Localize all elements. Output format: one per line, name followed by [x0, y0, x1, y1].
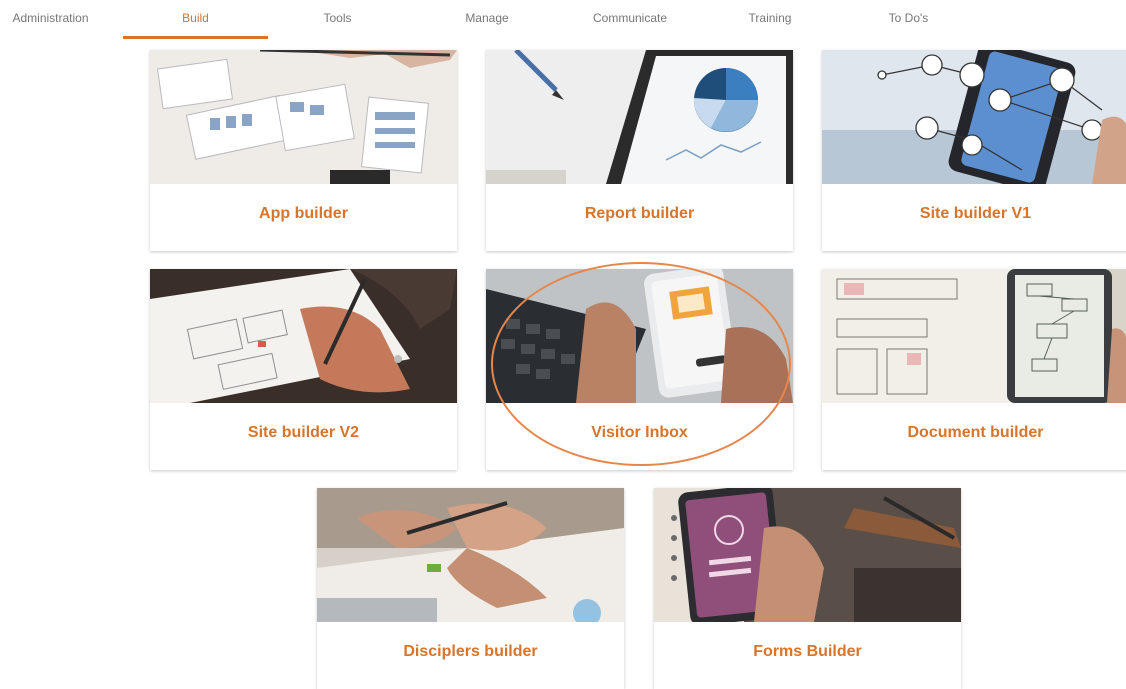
hand-drawing-wireframe-image — [150, 269, 457, 403]
active-tab-indicator — [123, 36, 268, 39]
card-label: Visitor Inbox — [591, 424, 688, 441]
nav-tab-manage[interactable]: Manage — [452, 0, 522, 36]
card-label: Site builder V2 — [247, 424, 360, 441]
wireframe-sketches-image — [150, 50, 457, 184]
card-app-builder[interactable]: App builder — [150, 50, 457, 251]
card-disciplers-builder[interactable]: Disciplers builder — [317, 488, 624, 689]
card-label: Document builder — [907, 424, 1044, 441]
nav-tab-tools[interactable]: Tools — [305, 0, 370, 36]
phone-login-form-image — [654, 488, 961, 622]
card-report-builder[interactable]: Report builder — [486, 50, 793, 251]
card-site-builder-v1[interactable]: Site builder V1 — [822, 50, 1126, 251]
card-label: Report builder — [584, 205, 695, 222]
document-flowchart-image — [822, 269, 1126, 403]
card-label: Site builder V1 — [919, 205, 1032, 222]
card-label: Disciplers builder — [403, 643, 538, 660]
card-visitor-inbox[interactable]: Visitor Inbox — [486, 269, 793, 470]
nav-tab-build[interactable]: Build — [123, 0, 268, 36]
nav-tab-training[interactable]: Training — [735, 0, 805, 36]
nav-tab-todos[interactable]: To Do's — [876, 0, 941, 36]
card-document-builder[interactable]: Document builder — [822, 269, 1126, 470]
phone-mail-laptop-image — [486, 269, 793, 403]
nav-tab-administration[interactable]: Administration — [8, 0, 93, 36]
nav-tab-communicate[interactable]: Communicate — [580, 0, 680, 36]
card-label: App builder — [259, 205, 348, 222]
meeting-hands-pen-image — [317, 488, 624, 622]
top-nav: Administration Build Tools Manage Commun… — [0, 0, 1126, 40]
tablet-pie-chart-image — [486, 50, 793, 184]
card-label: Forms Builder — [753, 643, 862, 660]
card-site-builder-v2[interactable]: Site builder V2 — [150, 269, 457, 470]
phone-network-icons-image — [822, 50, 1126, 184]
card-forms-builder[interactable]: Forms Builder — [654, 488, 961, 689]
